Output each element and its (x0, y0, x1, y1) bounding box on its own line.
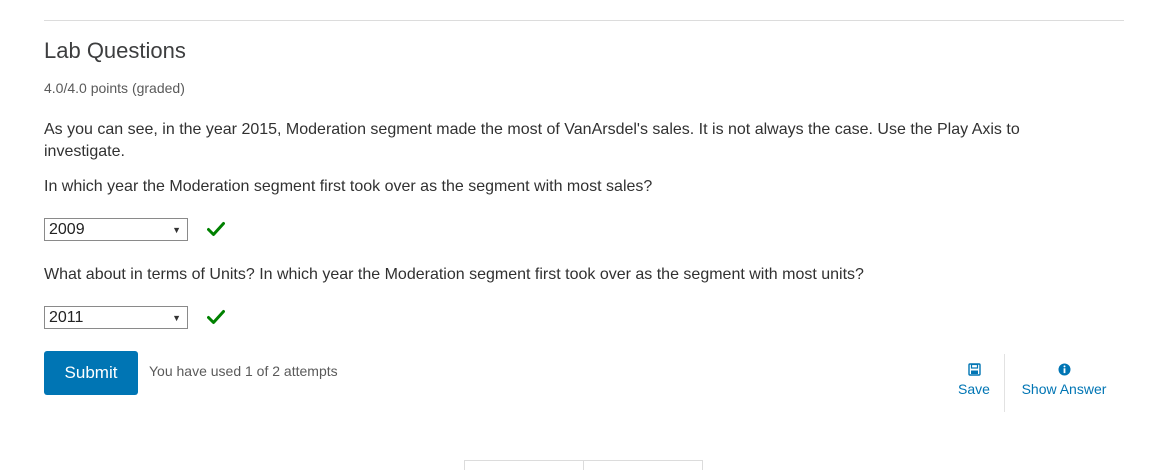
bottom-nav-tab[interactable] (583, 460, 703, 470)
show-answer-label: Show Answer (1021, 381, 1107, 397)
question-1-prompt: In which year the Moderation segment fir… (44, 178, 653, 195)
action-divider (1004, 354, 1005, 412)
dropdown-arrow-icon: ▼ (172, 225, 181, 235)
question-2-prompt: What about in terms of Units? In which y… (44, 266, 864, 283)
question-2-select[interactable]: 2011 ▼ (44, 306, 188, 329)
question-1-selected-value: 2009 (49, 221, 85, 238)
bottom-nav-tab[interactable] (464, 460, 584, 470)
question-1-select[interactable]: 2009 ▼ (44, 218, 188, 241)
save-button[interactable]: Save (950, 363, 998, 397)
problem-intro: As you can see, in the year 2015, Modera… (44, 121, 1020, 160)
attempts-text: You have used 1 of 2 attempts (149, 363, 338, 379)
floppy-disk-icon (967, 363, 981, 376)
submit-button[interactable]: Submit (44, 351, 138, 395)
show-answer-button[interactable]: Show Answer (1012, 363, 1116, 397)
info-circle-icon (1058, 363, 1070, 376)
save-label: Save (958, 381, 990, 397)
check-icon (207, 310, 225, 324)
points-score: 4.0/4.0 points (graded) (44, 80, 185, 96)
top-divider (44, 20, 1124, 21)
dropdown-arrow-icon: ▼ (172, 313, 181, 323)
problem-title: Lab Questions (44, 38, 186, 63)
check-icon (207, 222, 225, 236)
question-2-selected-value: 2011 (49, 309, 84, 326)
